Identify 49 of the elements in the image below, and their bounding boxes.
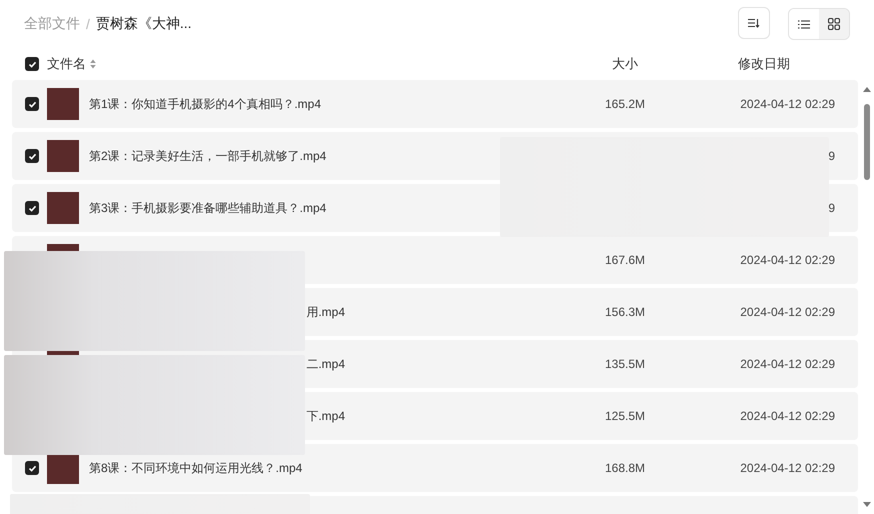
file-row[interactable]: 第8课：不同环境中如何运用光线？.mp4 168.8M 2024-04-12 02:29 — [12, 444, 858, 492]
checkmark-icon — [28, 60, 36, 68]
photo-placeholder — [47, 88, 79, 120]
modified-date: 2024-04-12 02:29 — [740, 253, 835, 267]
sort-icon — [748, 18, 760, 28]
row-checkbox[interactable] — [25, 149, 39, 163]
modified-date: 9 — [828, 201, 835, 215]
sort-button[interactable] — [738, 7, 770, 39]
modified-date: 2024-04-12 02:29 — [740, 97, 835, 111]
file-size: 165.2M — [605, 97, 646, 111]
file-name: 第3课：手机摄影要准备哪些辅助道具？.mp4 — [89, 200, 326, 214]
file-name: 第2课：记录美好生活，一部手机就够了.mp4 — [89, 148, 326, 162]
file-row[interactable]: 第1课：你知道手机摄影的4个真相吗？.mp4 165.2M 2024-04-12 02:29 — [12, 80, 858, 128]
grid-view-button[interactable] — [819, 9, 849, 39]
list-icon — [798, 20, 810, 28]
file-size: 135.5M — [605, 357, 646, 371]
grid-icon — [828, 18, 840, 30]
sort-icon — [90, 59, 96, 69]
file-name: 用.mp4 — [306, 304, 345, 318]
breadcrumb-separator: / — [86, 16, 90, 32]
file-name: 下.mp4 — [306, 408, 345, 422]
modified-date: 2024-04-12 02:29 — [740, 461, 835, 475]
modified-date: 9 — [828, 149, 835, 163]
file-size: 167.6M — [605, 253, 646, 267]
breadcrumb-item[interactable]: 贾树森《大神... — [96, 15, 192, 33]
scrollbar-thumb[interactable] — [864, 104, 870, 180]
file-size: 156.3M — [605, 305, 646, 319]
column-header[interactable]: 大小 — [612, 56, 638, 71]
file-size: 125.5M — [605, 409, 646, 423]
row-checkbox[interactable] — [25, 97, 39, 111]
row-checkbox[interactable] — [25, 461, 39, 475]
checkmark-icon — [28, 152, 36, 160]
photo-placeholder — [47, 140, 79, 172]
column-header[interactable]: 文件名 — [47, 55, 86, 73]
checkmark-icon — [28, 100, 36, 108]
select-all-checkbox[interactable] — [25, 57, 39, 71]
modified-date: 2024-04-12 02:29 — [740, 305, 835, 319]
column-header[interactable]: 修改日期 — [738, 56, 790, 71]
row-checkbox[interactable] — [25, 201, 39, 215]
photo-placeholder — [47, 192, 79, 224]
checkmark-icon — [28, 204, 36, 212]
modified-date: 2024-04-12 02:29 — [740, 409, 835, 423]
photo-placeholder — [47, 452, 79, 484]
file-name: 二.mp4 — [306, 356, 345, 370]
checkmark-icon — [28, 464, 36, 472]
modified-date: 2024-04-12 02:29 — [740, 357, 835, 371]
file-name: 第1课：你知道手机摄影的4个真相吗？.mp4 — [89, 96, 322, 110]
file-size: 168.8M — [605, 461, 646, 475]
file-name: 第8课：不同环境中如何运用光线？.mp4 — [89, 460, 302, 474]
